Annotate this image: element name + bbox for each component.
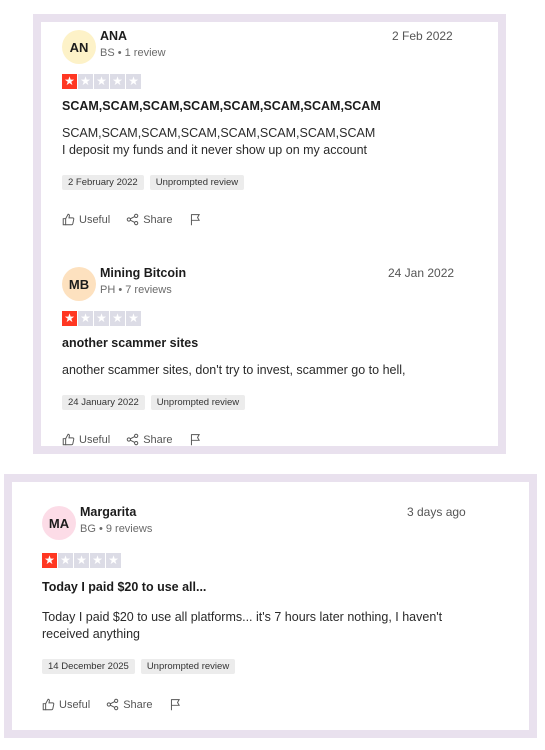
flag-icon <box>170 699 180 711</box>
avatar[interactable]: MB <box>62 267 96 301</box>
star-icon: ★ <box>62 74 77 89</box>
star-icon: ★ <box>106 553 121 568</box>
star-icon: ★ <box>110 311 125 326</box>
author-name[interactable]: Mining Bitcoin <box>100 266 186 280</box>
avatar[interactable]: AN <box>62 30 96 64</box>
share-button[interactable]: Share <box>126 213 173 226</box>
useful-button[interactable]: Useful <box>42 698 90 711</box>
review-title[interactable]: SCAM,SCAM,SCAM,SCAM,SCAM,SCAM,SCAM,SCAM <box>62 99 381 113</box>
author-meta: BS • 1 review <box>100 47 166 59</box>
review-tags: 14 December 2025 Unprompted review <box>42 659 236 674</box>
author-meta: BG • 9 reviews <box>80 523 153 535</box>
review-tags: 2 February 2022 Unprompted review <box>62 175 245 190</box>
star-icon: ★ <box>110 74 125 89</box>
report-button[interactable] <box>169 698 182 711</box>
share-button[interactable]: Share <box>106 698 153 711</box>
review-body-line: Today I paid $20 to use all platforms...… <box>42 610 443 641</box>
experience-date-tag: 2 February 2022 <box>62 175 144 190</box>
review-date: 2 Feb 2022 <box>392 29 453 43</box>
review-actions: Useful Share <box>62 433 202 446</box>
useful-label: Useful <box>79 213 111 226</box>
review-body: SCAM,SCAM,SCAM,SCAM,SCAM,SCAM,SCAM,SCAM … <box>62 125 462 159</box>
flag-icon <box>190 434 200 446</box>
reviews-panel-bottom: MA Margarita BG • 9 reviews 3 days ago ★… <box>4 474 537 738</box>
share-button[interactable]: Share <box>126 433 173 446</box>
review-card: AN ANA BS • 1 review 2 Feb 2022 ★ ★ ★ ★ … <box>62 29 472 230</box>
review-date: 24 Jan 2022 <box>388 266 455 280</box>
share-label: Share <box>123 698 153 711</box>
review-title[interactable]: Today I paid $20 to use all... <box>42 580 206 594</box>
share-label: Share <box>143 213 173 226</box>
useful-label: Useful <box>59 698 91 711</box>
review-actions: Useful Share <box>62 213 202 226</box>
star-icon: ★ <box>78 74 93 89</box>
share-icon <box>126 433 139 446</box>
star-icon: ★ <box>90 553 105 568</box>
review-card: MB Mining Bitcoin PH • 7 reviews 24 Jan … <box>62 266 472 452</box>
star-icon: ★ <box>62 311 77 326</box>
review-body: another scammer sites, don't try to inve… <box>62 362 462 379</box>
review-card: MA Margarita BG • 9 reviews 3 days ago ★… <box>42 505 482 726</box>
review-body-line: another scammer sites, don't try to inve… <box>62 363 406 377</box>
review-body: Today I paid $20 to use all platforms...… <box>42 609 477 643</box>
share-icon <box>106 698 119 711</box>
star-icon: ★ <box>74 553 89 568</box>
star-icon: ★ <box>94 74 109 89</box>
author-name[interactable]: ANA <box>100 29 127 43</box>
star-icon: ★ <box>126 311 141 326</box>
unprompted-review-tag: Unprompted review <box>140 659 236 674</box>
useful-button[interactable]: Useful <box>62 433 110 446</box>
share-icon <box>126 213 139 226</box>
star-rating: ★ ★ ★ ★ ★ <box>42 553 121 568</box>
flag-icon <box>190 214 200 226</box>
reviews-panel-top: AN ANA BS • 1 review 2 Feb 2022 ★ ★ ★ ★ … <box>33 14 506 454</box>
star-icon: ★ <box>58 553 73 568</box>
unprompted-review-tag: Unprompted review <box>149 175 245 190</box>
review-body-line: I deposit my funds and it never show up … <box>62 143 368 157</box>
star-icon: ★ <box>78 311 93 326</box>
review-body-line: SCAM,SCAM,SCAM,SCAM,SCAM,SCAM,SCAM,SCAM <box>62 126 376 140</box>
star-icon: ★ <box>42 553 57 568</box>
report-button[interactable] <box>189 433 202 446</box>
report-button[interactable] <box>189 213 202 226</box>
thumbs-up-icon <box>42 698 55 711</box>
review-date: 3 days ago <box>407 505 466 519</box>
experience-date-tag: 24 January 2022 <box>62 395 145 410</box>
share-label: Share <box>143 433 173 446</box>
review-title[interactable]: another scammer sites <box>62 336 198 350</box>
review-tags: 24 January 2022 Unprompted review <box>62 395 246 410</box>
review-actions: Useful Share <box>42 698 182 711</box>
avatar[interactable]: MA <box>42 506 76 540</box>
experience-date-tag: 14 December 2025 <box>42 659 135 674</box>
star-icon: ★ <box>94 311 109 326</box>
author-meta: PH • 7 reviews <box>100 284 172 296</box>
useful-button[interactable]: Useful <box>62 213 110 226</box>
useful-label: Useful <box>79 433 111 446</box>
thumbs-up-icon <box>62 213 75 226</box>
star-rating: ★ ★ ★ ★ ★ <box>62 311 141 326</box>
author-name[interactable]: Margarita <box>80 505 136 519</box>
unprompted-review-tag: Unprompted review <box>150 395 246 410</box>
star-rating: ★ ★ ★ ★ ★ <box>62 74 141 89</box>
star-icon: ★ <box>126 74 141 89</box>
thumbs-up-icon <box>62 433 75 446</box>
